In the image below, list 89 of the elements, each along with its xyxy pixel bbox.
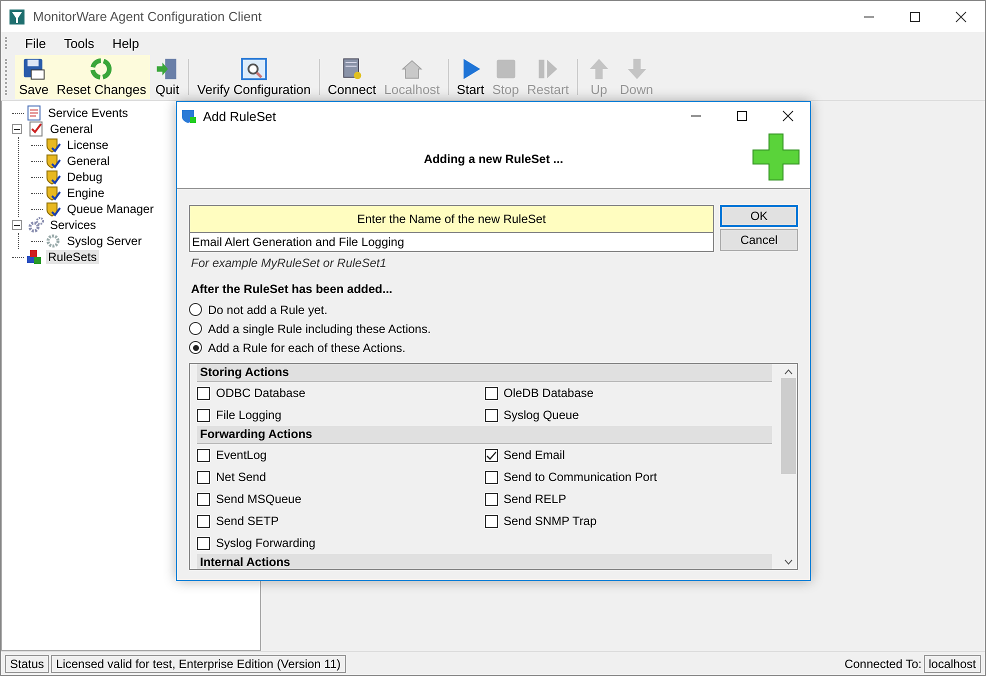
checkbox-label: Send Email xyxy=(504,448,565,462)
tree-item[interactable]: Services xyxy=(48,218,98,232)
name-prompt: Enter the Name of the new RuleSet xyxy=(189,205,714,233)
checkbox[interactable] xyxy=(197,386,210,400)
tree-item[interactable]: Engine xyxy=(65,186,106,200)
toolbar-button[interactable]: Connect xyxy=(324,55,380,99)
hint-text: For example MyRuleSet or RuleSet1 xyxy=(190,255,388,272)
checkbox[interactable] xyxy=(197,492,210,506)
checkbox-label: File Logging xyxy=(216,408,282,422)
license-text: Licensed valid for test, Enterprise Edition (Version 11) xyxy=(51,654,346,672)
checkbox-label: Send to Communication Port xyxy=(504,470,657,484)
group-header: Internal Actions xyxy=(197,554,772,569)
checkbox[interactable] xyxy=(484,448,498,462)
checkbox[interactable] xyxy=(484,470,498,484)
shield-check-icon xyxy=(45,201,61,217)
checkbox[interactable] xyxy=(197,536,210,550)
toolbar-button[interactable]: Verify Configuration xyxy=(193,55,315,99)
host-text: localhost xyxy=(924,654,981,672)
maximize-icon[interactable] xyxy=(909,10,921,22)
checkbox[interactable] xyxy=(197,514,210,528)
name-input-field[interactable]: Email Alert Generation and File Logging xyxy=(189,233,714,252)
expand-toggle[interactable] xyxy=(12,220,22,230)
checkbox-label: Send SETP xyxy=(216,514,279,528)
scroll-up-icon[interactable] xyxy=(784,369,793,375)
shield-check-icon xyxy=(45,137,61,153)
options-heading: After the RuleSet has been added... xyxy=(191,282,394,296)
radio-button[interactable] xyxy=(189,303,202,316)
checkbox-label: Send SNMP Trap xyxy=(504,514,597,528)
toolbar-button[interactable]: Quit xyxy=(150,55,184,99)
tree-item[interactable]: Debug xyxy=(65,170,104,184)
checkbox-label: EventLog xyxy=(216,448,267,462)
shield-check-icon xyxy=(45,153,61,169)
connected-label: Connected To: xyxy=(844,656,922,670)
menu-item[interactable]: Help xyxy=(104,34,148,52)
tree-item[interactable]: Queue Manager xyxy=(65,202,156,216)
event-list-icon xyxy=(26,105,42,121)
radio-label: Add a single Rule including these Actions. xyxy=(208,322,431,336)
shield-plus-icon xyxy=(181,108,197,124)
close-icon[interactable] xyxy=(955,10,967,22)
checkbox[interactable] xyxy=(484,408,498,422)
tree-item[interactable]: General xyxy=(48,122,95,136)
tree-item[interactable]: License xyxy=(65,138,110,152)
checkbox-label: Send MSQueue xyxy=(216,492,302,506)
dialog-title: Add RuleSet xyxy=(203,108,276,124)
checkbox[interactable] xyxy=(484,386,498,400)
plus-icon xyxy=(752,133,800,181)
radio-label: Do not add a Rule yet. xyxy=(208,302,328,316)
checkbox-label: Syslog Forwarding xyxy=(216,536,316,550)
close-icon[interactable] xyxy=(782,110,794,122)
tree-item[interactable]: RuleSets xyxy=(46,250,99,264)
magnifier-window-icon xyxy=(240,57,268,81)
status-label: Status xyxy=(5,654,50,672)
radio-button[interactable] xyxy=(189,341,202,354)
checkbox-label: OleDB Database xyxy=(504,386,594,400)
gears-icon xyxy=(28,217,44,233)
group-header: Storing Actions xyxy=(197,364,772,382)
checkbox[interactable] xyxy=(197,470,210,484)
tree-item[interactable]: Syslog Server xyxy=(65,234,144,248)
scroll-down-icon[interactable] xyxy=(784,559,793,565)
toolbar-button[interactable]: Save xyxy=(15,55,53,99)
checklist-icon xyxy=(28,121,44,137)
checkbox[interactable] xyxy=(484,492,498,506)
checkbox[interactable] xyxy=(197,408,210,422)
expand-toggle[interactable] xyxy=(12,124,22,134)
dialog-heading: Adding a new RuleSet ... xyxy=(424,152,564,166)
radio-button[interactable] xyxy=(189,322,202,335)
tree-item[interactable]: Service Events xyxy=(46,106,130,120)
tree-item[interactable]: General xyxy=(65,154,112,168)
gear-icon xyxy=(45,233,61,249)
funnel-logo-icon xyxy=(9,8,25,24)
checkbox[interactable] xyxy=(484,514,498,528)
group-header: Forwarding Actions xyxy=(197,426,772,444)
toolbar-button[interactable]: Reset Changes xyxy=(52,55,150,99)
shield-check-icon xyxy=(45,169,61,185)
shield-check-icon xyxy=(45,185,61,201)
maximize-icon[interactable] xyxy=(736,110,748,122)
menu-item[interactable]: Tools xyxy=(56,34,102,52)
checkbox-label: ODBC Database xyxy=(216,386,306,400)
cancel-button[interactable]: Cancel xyxy=(720,229,798,251)
ok-button[interactable]: OK xyxy=(720,205,798,227)
checkbox-label: Send RELP xyxy=(504,492,566,506)
window-title: MonitorWare Agent Configuration Client xyxy=(33,9,262,24)
checkbox-label: Syslog Queue xyxy=(504,408,579,422)
colored-blocks-icon xyxy=(26,249,42,265)
radio-label: Add a Rule for each of these Actions. xyxy=(208,340,406,354)
menu-item[interactable]: File xyxy=(17,34,54,52)
checkbox-label: Net Send xyxy=(216,470,266,484)
toolbar-button[interactable]: Start xyxy=(452,55,488,99)
checkbox[interactable] xyxy=(197,448,210,462)
